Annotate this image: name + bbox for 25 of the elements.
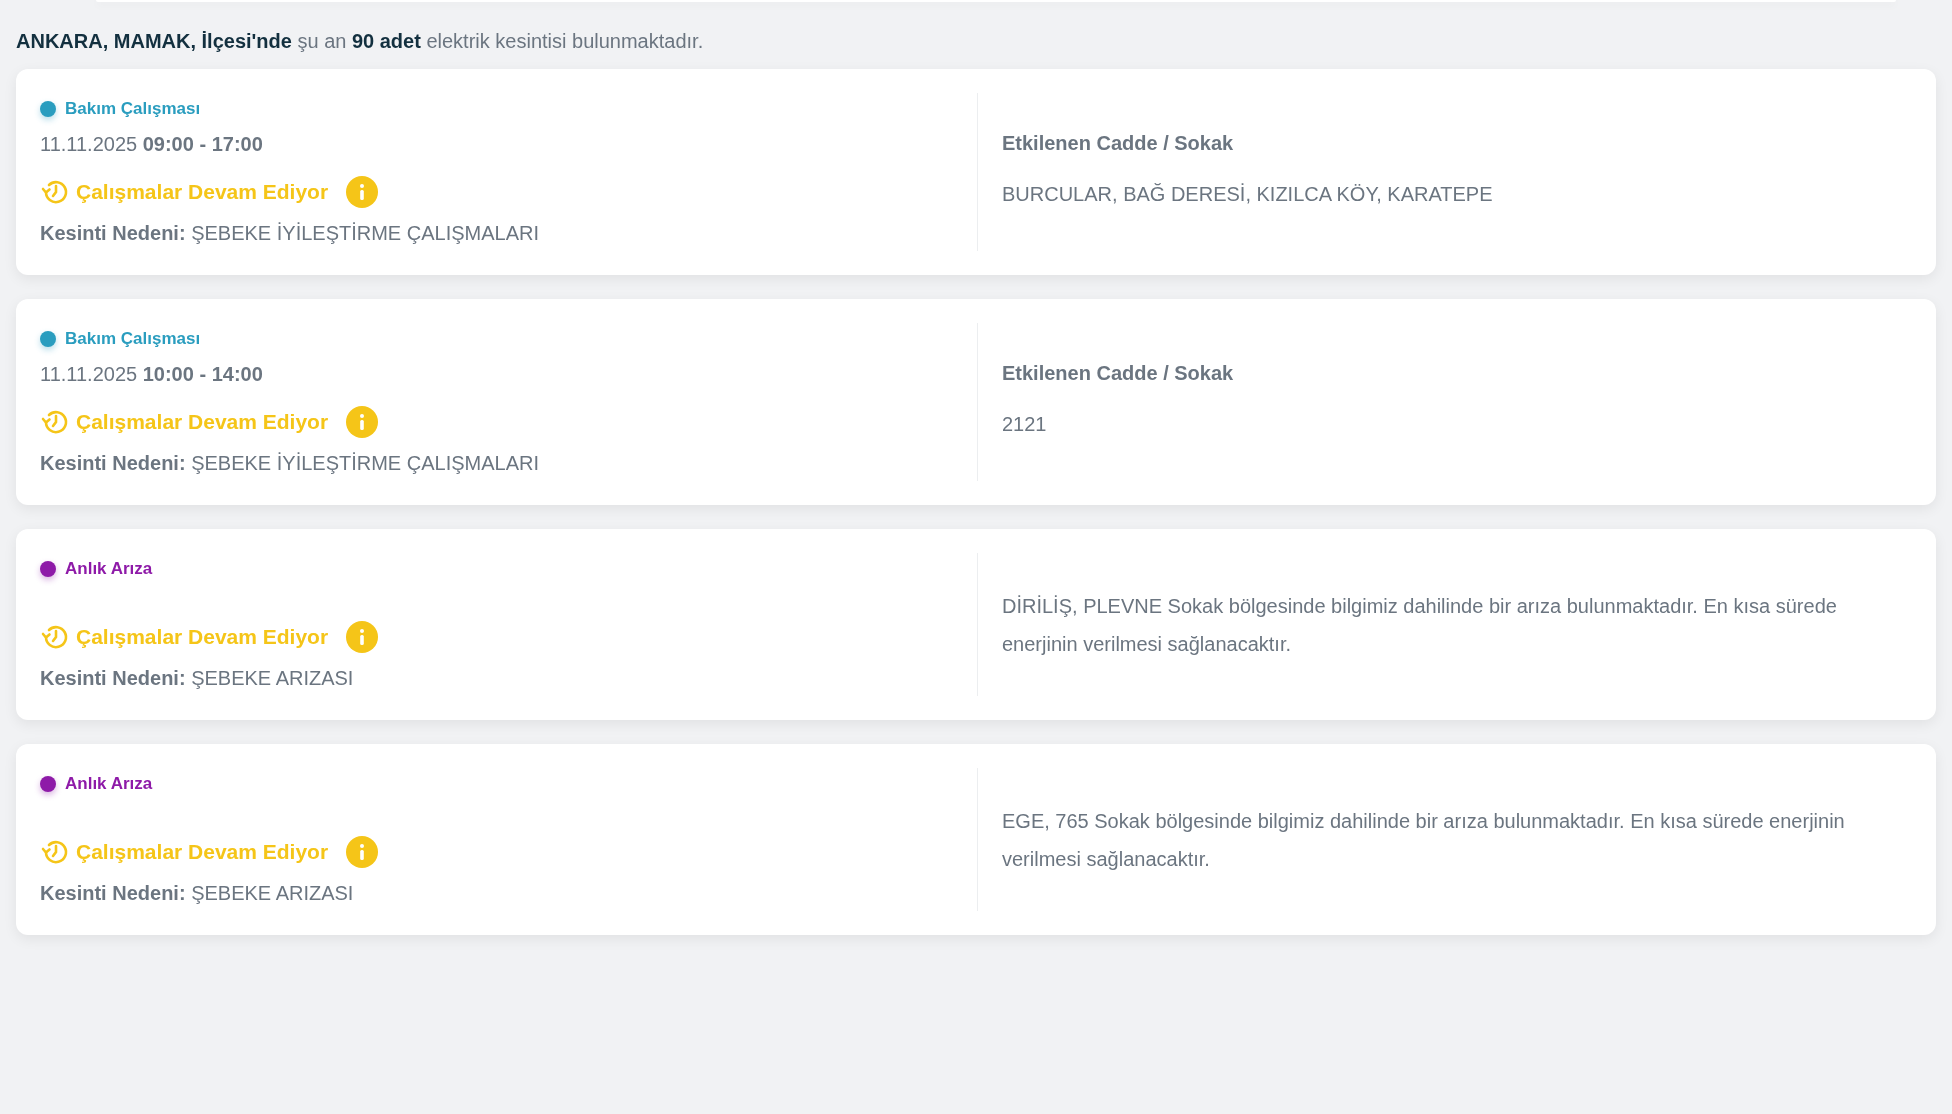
street-list: BURCULAR, BAĞ DERESİ, KIZILCA KÖY, KARATEPE	[1002, 174, 1896, 213]
outage-message: EGE, 765 Sokak bölgesinde bilgimiz dahilinde bir arıza bulunmaktadır. En kısa sürede enerjinin verilmesi sağlanacaktır.	[1002, 808, 1846, 872]
outage-reason: Kesinti Nedeni: ŞEBEKE İYİLEŞTİRME ÇALIŞMALARI	[40, 452, 541, 475]
category-label: Bakım Çalışması	[65, 329, 201, 349]
status-text: Çalışmalar Devam Ediyor	[76, 410, 329, 434]
status-text: Çalışmalar Devam Ediyor	[76, 625, 329, 649]
outage-reason: Kesinti Nedeni: ŞEBEKE ARIZASI	[40, 667, 355, 690]
date-time: 11.11.2025 09:00 - 17:00	[40, 133, 264, 156]
date-time: 11.11.2025 10:00 - 14:00	[40, 363, 264, 386]
status-text: Çalışmalar Devam Ediyor	[76, 840, 329, 864]
outage-message: DİRİLİŞ, PLEVNE Sokak bölgesinde bilgimiz dahilinde bir arıza bulunmaktadır. En kısa sürede enerjinin verilmesi sağlanacaktır.	[1002, 593, 1838, 657]
outage-reason: Kesinti Nedeni: ŞEBEKE ARIZASI	[40, 882, 355, 905]
info-icon[interactable]	[346, 621, 379, 653]
outage-reason: Kesinti Nedeni: ŞEBEKE İYİLEŞTİRME ÇALIŞMALARI	[40, 222, 541, 245]
category-label: Bakım Çalışması	[65, 99, 201, 119]
info-icon[interactable]	[346, 406, 379, 438]
summary-text: ANKARA, MAMAK, İlçesi'nde şu an 90 adet elektrik kesintisi bulunmaktadır.	[16, 30, 705, 53]
detail-heading: Etkilenen Cadde / Sokak	[1002, 361, 1235, 385]
street-list: 2121	[1002, 404, 1896, 443]
category-label: Anlık Arıza	[65, 774, 153, 794]
detail-heading: Etkilenen Cadde / Sokak	[1002, 131, 1235, 155]
info-icon[interactable]	[346, 836, 379, 868]
status-text: Çalışmalar Devam Ediyor	[76, 180, 329, 204]
category-label: Anlık Arıza	[65, 559, 153, 579]
info-icon[interactable]	[346, 176, 379, 208]
